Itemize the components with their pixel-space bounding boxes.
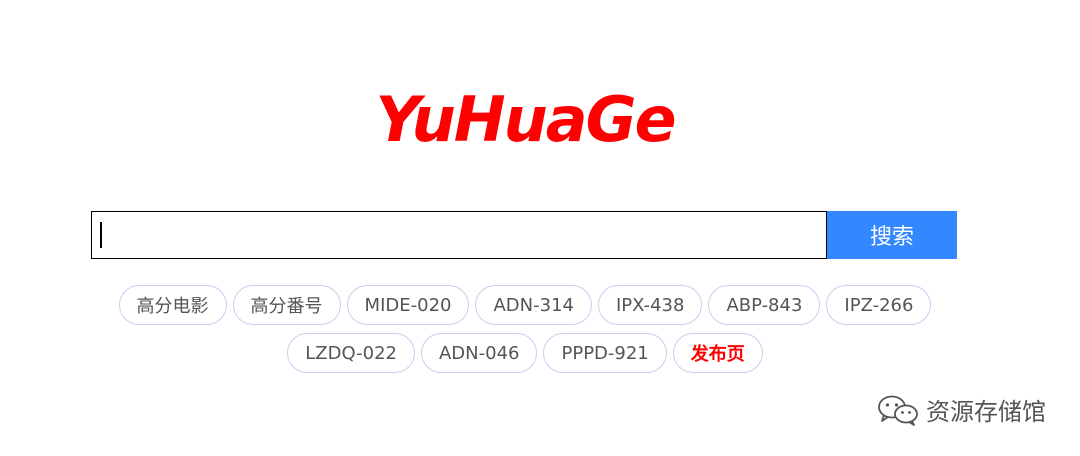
site-logo[interactable]: YuHuaGe (0, 82, 1050, 158)
tag-item[interactable]: ADN-314 (475, 285, 592, 325)
tag-item[interactable]: IPX-438 (597, 285, 703, 325)
tag-item[interactable]: ADN-046 (420, 333, 538, 373)
publish-page-link[interactable]: 发布页 (672, 333, 763, 373)
tag-item[interactable]: PPPD-921 (543, 333, 667, 373)
tag-item[interactable]: MIDE-020 (346, 285, 470, 325)
wechat-icon (878, 395, 918, 426)
search-input[interactable] (91, 211, 827, 259)
tag-row-2: LZDQ-022 ADN-046 PPPD-921 发布页 (287, 333, 763, 373)
tag-high-score-codes[interactable]: 高分番号 (232, 285, 341, 325)
tag-item[interactable]: LZDQ-022 (287, 333, 415, 373)
search-button[interactable]: 搜索 (827, 211, 957, 259)
tag-item[interactable]: ABP-843 (708, 285, 821, 325)
text-caret (100, 222, 102, 248)
search-bar: 搜索 (91, 211, 957, 259)
quick-tags: 高分电影 高分番号 MIDE-020 ADN-314 IPX-438 ABP-8… (0, 285, 1050, 373)
watermark-text: 资源存储馆 (926, 398, 1046, 426)
tag-item[interactable]: IPZ-266 (826, 285, 932, 325)
tag-row-1: 高分电影 高分番号 MIDE-020 ADN-314 IPX-438 ABP-8… (118, 285, 932, 325)
tag-high-score-movies[interactable]: 高分电影 (118, 285, 227, 325)
wechat-watermark: 资源存储馆 (876, 392, 1046, 427)
page: YuHuaGe 搜索 高分电影 高分番号 MIDE-020 ADN-314 IP… (0, 0, 1080, 456)
search-input-wrapper (91, 211, 827, 259)
